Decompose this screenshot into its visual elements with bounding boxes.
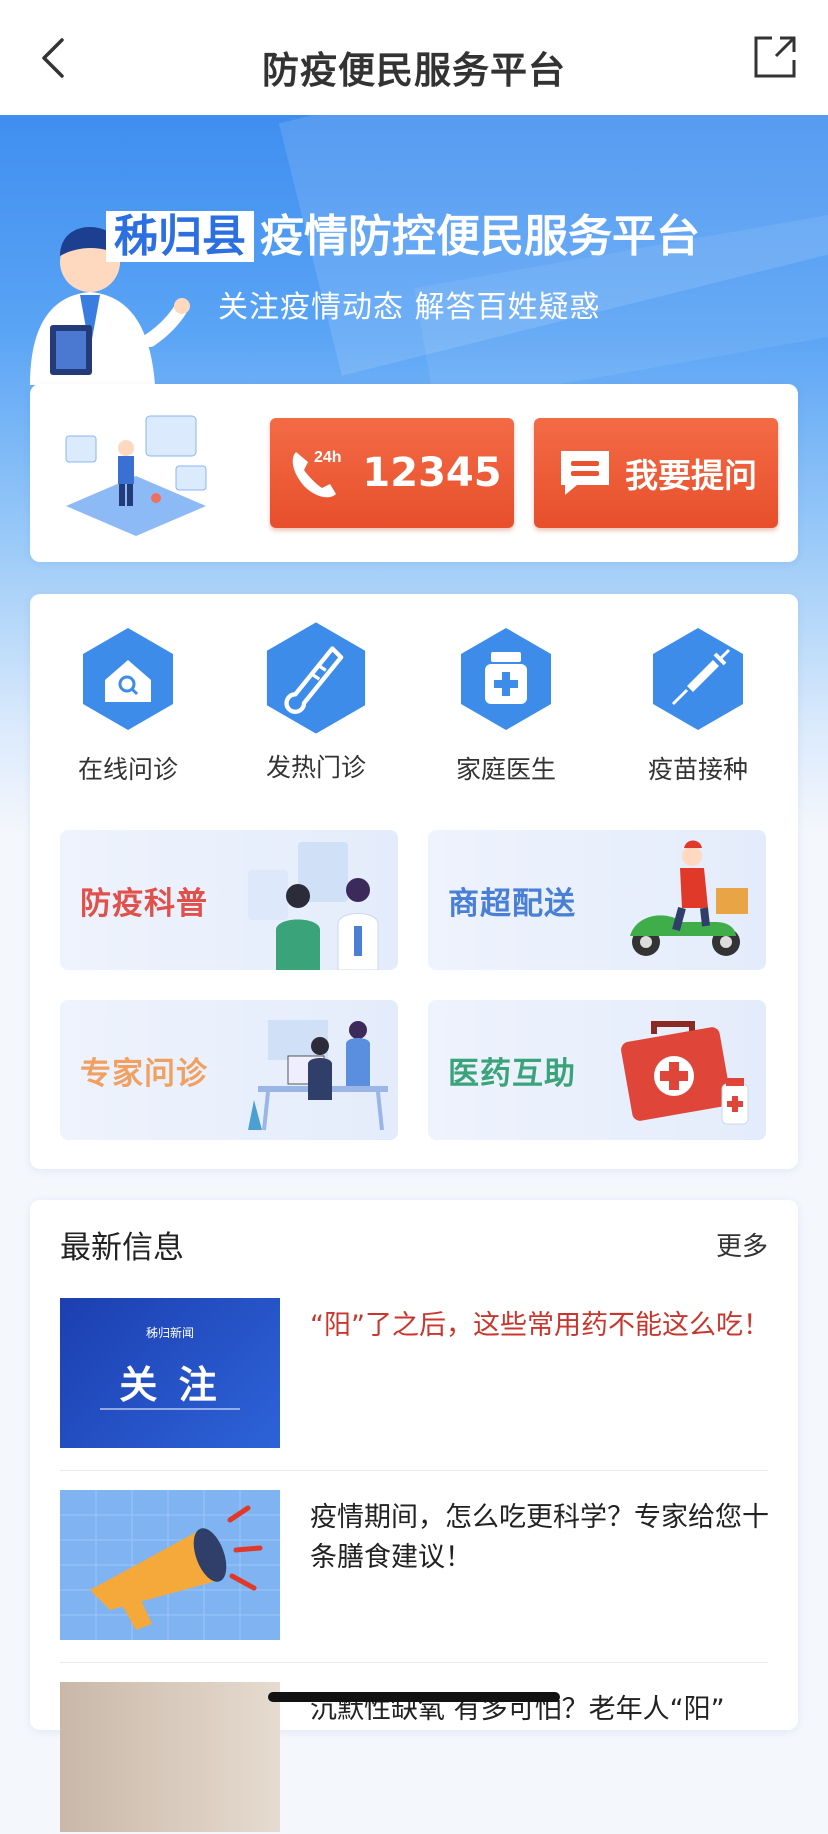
news-card: 最新信息 更多 秭归新闻 关 注 “阳”了之后，这些常用药不能这么吃！ 疫情期间… <box>30 1200 798 1832</box>
support-illustration <box>65 415 207 536</box>
news-more-link[interactable]: 更多 <box>716 1226 768 1263</box>
tile-label: 医药互助 <box>448 1056 576 1092</box>
share-icon[interactable] <box>752 34 798 80</box>
news-title: “阳”了之后，这些常用药不能这么吃！ <box>310 1310 770 1341</box>
medicine-bottle-icon <box>461 628 551 730</box>
tile-supermarket-delivery[interactable]: 商超配送 <box>428 830 766 970</box>
phone-24h-icon: 24h <box>293 449 342 498</box>
divider <box>60 1662 768 1663</box>
service-label: 发热门诊 <box>265 753 366 782</box>
news-item[interactable]: 秭归新闻 关 注 “阳”了之后，这些常用药不能这么吃！ <box>60 1298 770 1450</box>
hotline-number: 12345 <box>362 450 502 496</box>
hotline-card: 24h 12345 我要提问 <box>30 384 798 562</box>
news-thumbnail <box>60 1490 280 1640</box>
megaphone-icon <box>60 1490 280 1640</box>
hero-title: 秭归县 疫情防控便民服务平台 <box>106 200 700 264</box>
thermometer-icon <box>266 622 366 734</box>
service-fever-clinic[interactable]: 发热门诊 <box>226 622 406 784</box>
ask-question-label: 我要提问 <box>625 456 757 495</box>
doctor-patient-illustration <box>248 842 379 970</box>
county-name: 秭归县 <box>106 211 254 262</box>
syringe-icon <box>653 628 743 730</box>
news-title: 疫情期间，怎么吃更科学？专家给您十条膳食建议！ <box>310 1502 769 1573</box>
tile-label: 专家问诊 <box>80 1056 208 1092</box>
hero-title-text: 疫情防控便民服务平台 <box>260 211 700 262</box>
hotline-call-button[interactable]: 24h 12345 <box>270 418 514 528</box>
tile-label: 商超配送 <box>448 886 576 922</box>
news-thumbnail <box>60 1682 280 1832</box>
thumb-caption: 关 注 <box>119 1363 221 1407</box>
home-indicator <box>268 1692 560 1702</box>
divider <box>60 1470 768 1471</box>
services-card: 在线问诊 发热门诊 家庭医生 疫苗接种 防疫科普 商超配送 专家问诊 医药互助 <box>30 594 798 1169</box>
service-label: 疫苗接种 <box>647 755 748 784</box>
house-search-icon <box>83 628 173 730</box>
first-aid-kit-illustration <box>621 1021 749 1125</box>
service-label: 家庭医生 <box>455 755 556 784</box>
service-online-consultation[interactable]: 在线问诊 <box>38 624 218 786</box>
navigation-bar: 防疫便民服务平台 <box>0 0 828 115</box>
service-vaccination[interactable]: 疫苗接种 <box>608 624 788 786</box>
service-label: 在线问诊 <box>77 755 178 784</box>
tile-epidemic-science[interactable]: 防疫科普 <box>60 830 398 970</box>
news-item[interactable]: 沉默性缺氧 有多可怕？老年人“阳” <box>60 1682 768 1834</box>
office-workers-illustration <box>248 1020 388 1131</box>
delivery-scooter-illustration <box>630 840 748 956</box>
news-item[interactable]: 疫情期间，怎么吃更科学？专家给您十条膳食建议！ <box>60 1490 769 1642</box>
thumb-brand: 秭归新闻 <box>145 1326 194 1340</box>
page-title: 防疫便民服务平台 <box>262 48 566 92</box>
tile-expert-consultation[interactable]: 专家问诊 <box>60 1000 398 1140</box>
ask-question-button[interactable]: 我要提问 <box>534 418 778 528</box>
svg-text:24h: 24h <box>314 449 342 466</box>
message-icon <box>561 451 609 495</box>
service-family-doctor[interactable]: 家庭医生 <box>416 624 596 786</box>
tile-medicine-mutual-aid[interactable]: 医药互助 <box>428 1000 766 1140</box>
hero-subtitle: 关注疫情动态 解答百姓疑惑 <box>218 290 601 325</box>
news-heading: 最新信息 <box>60 1230 184 1266</box>
news-thumbnail: 秭归新闻 关 注 <box>60 1298 280 1448</box>
tile-label: 防疫科普 <box>80 886 208 922</box>
